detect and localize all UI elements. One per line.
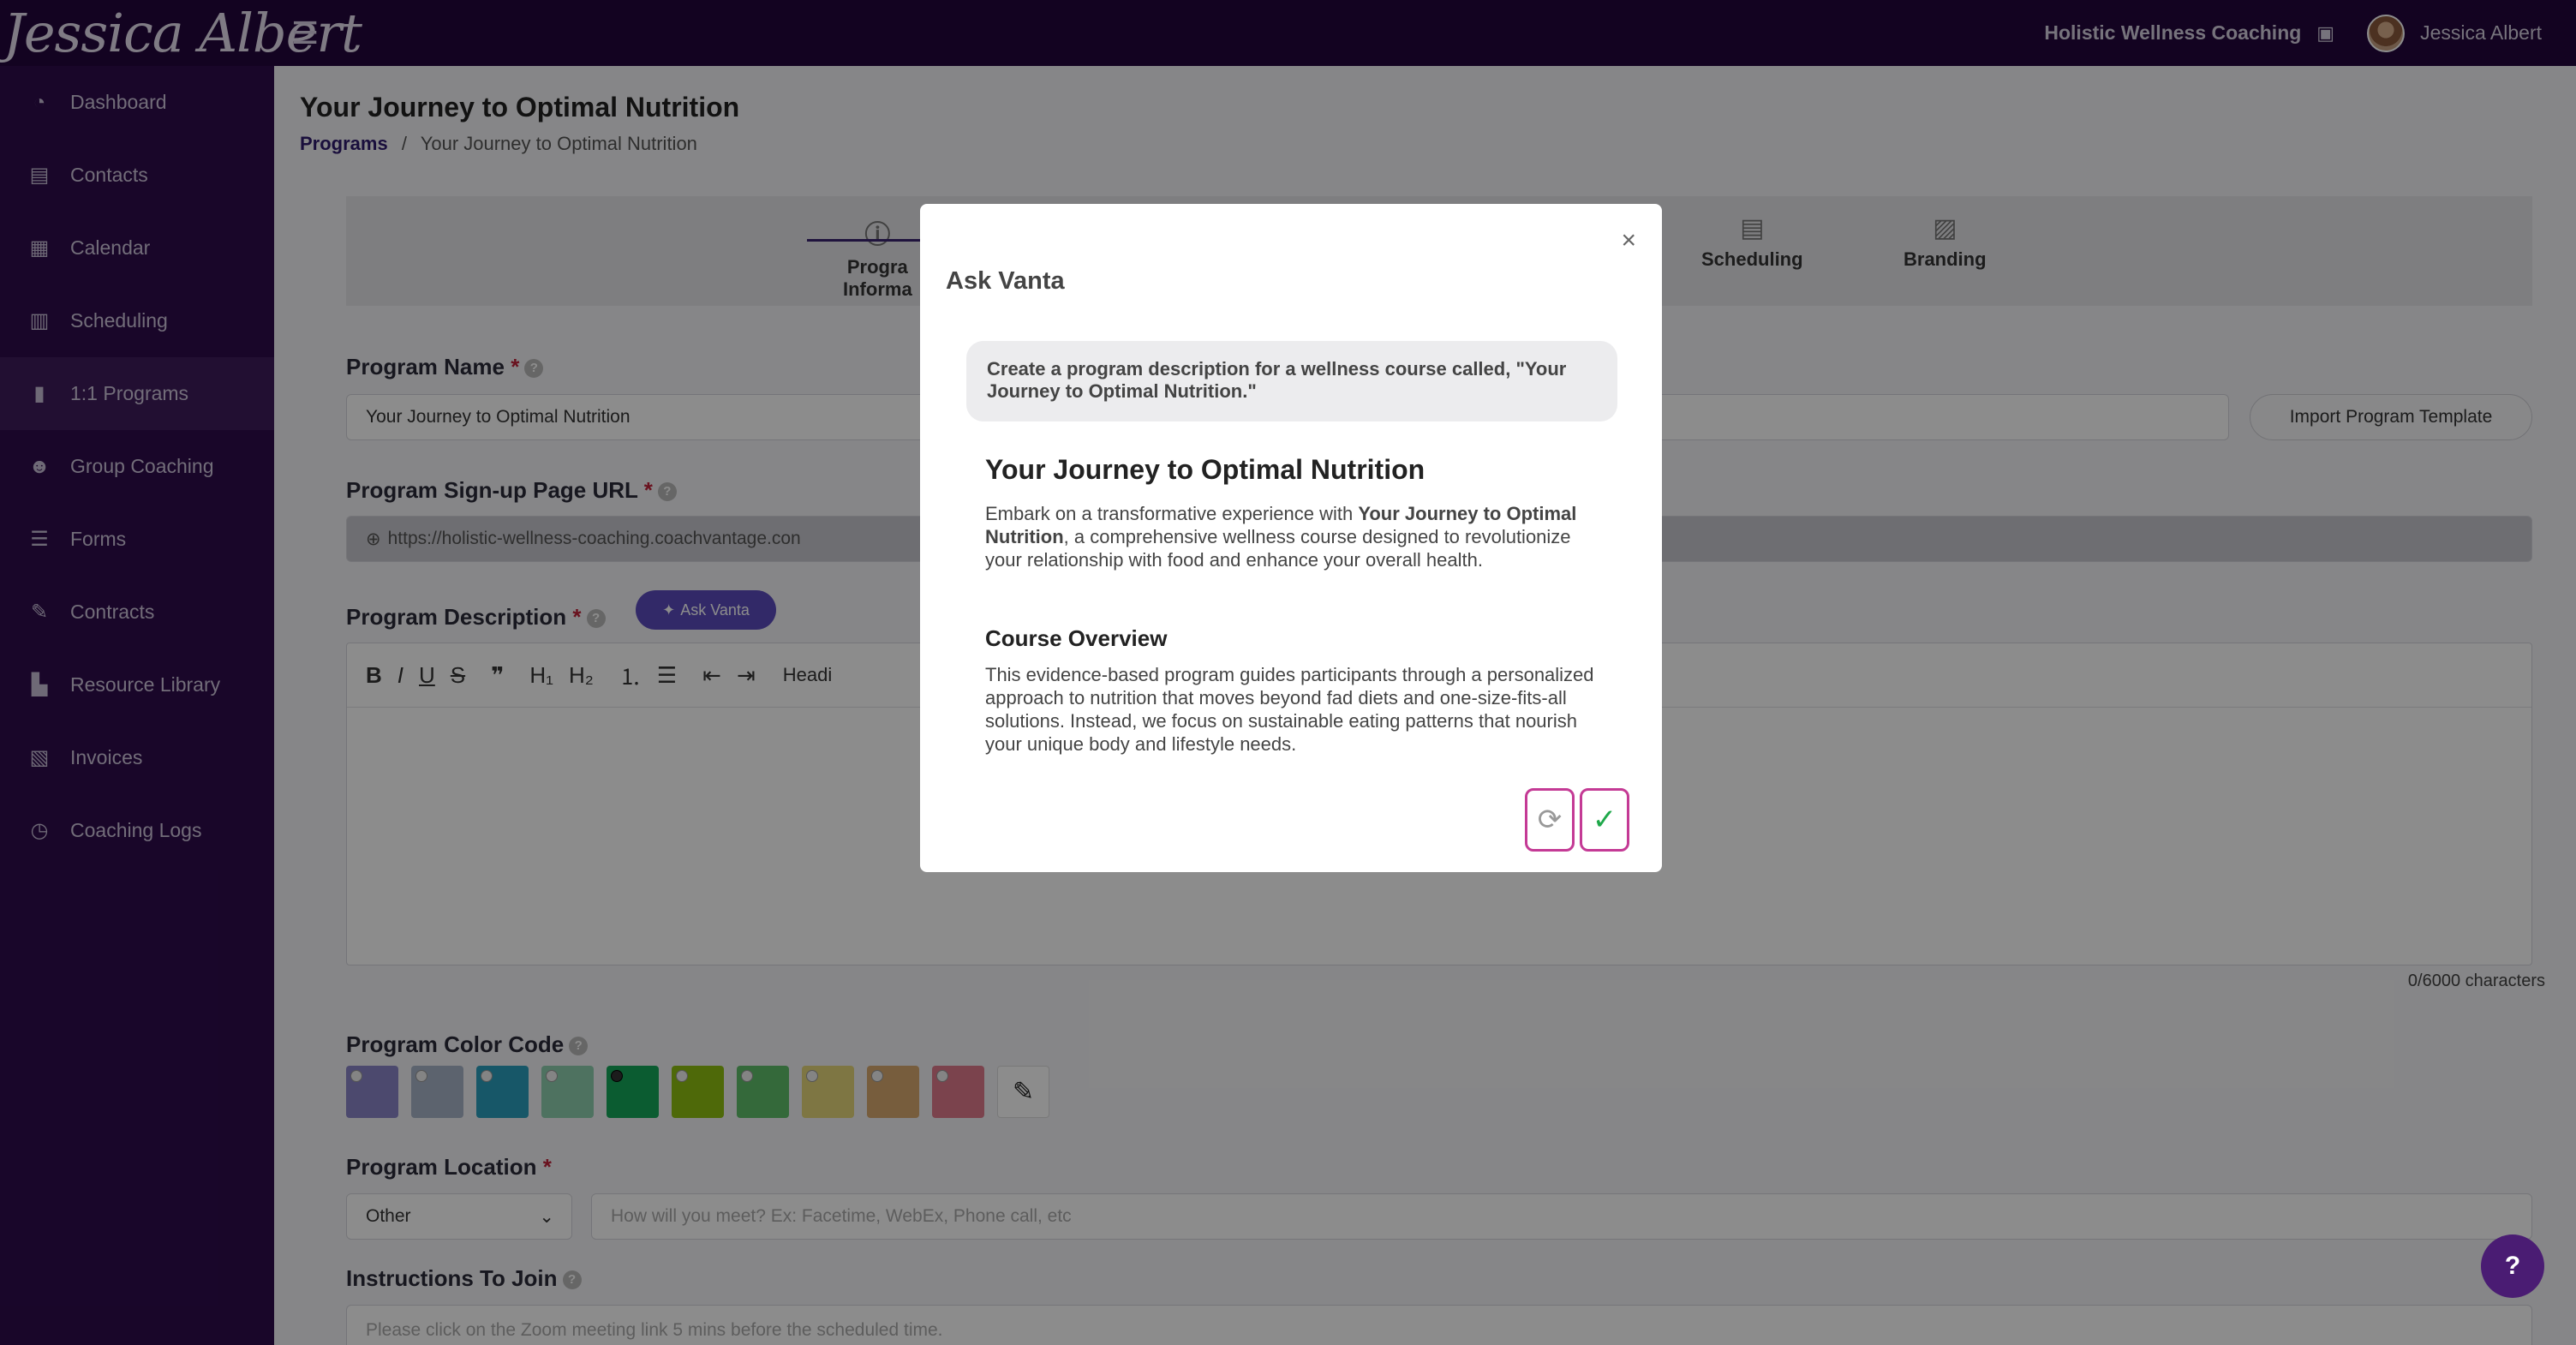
text-run: Embark on a transformative experience wi…: [985, 503, 1359, 524]
check-circle-icon: ✓: [1592, 804, 1617, 836]
modal-title: Ask Vanta: [946, 267, 1065, 295]
response-paragraph-1: Embark on a transformative experience wi…: [985, 502, 1611, 571]
refresh-icon: ⟳: [1537, 804, 1563, 836]
response-section-title: Course Overview: [985, 625, 1168, 651]
accept-button[interactable]: ✓: [1580, 788, 1629, 852]
close-icon[interactable]: ×: [1621, 226, 1636, 255]
response-title: Your Journey to Optimal Nutrition: [985, 454, 1425, 485]
text-run: , a comprehensive wellness course design…: [985, 526, 1571, 571]
help-button[interactable]: ?: [2481, 1234, 2544, 1298]
response-paragraph-2: This evidence-based program guides parti…: [985, 664, 1594, 755]
prompt-bubble: Create a program description for a welln…: [966, 341, 1617, 421]
ask-vanta-modal: × Ask Vanta Create a program description…: [920, 204, 1662, 872]
regenerate-button[interactable]: ⟳: [1525, 788, 1575, 852]
